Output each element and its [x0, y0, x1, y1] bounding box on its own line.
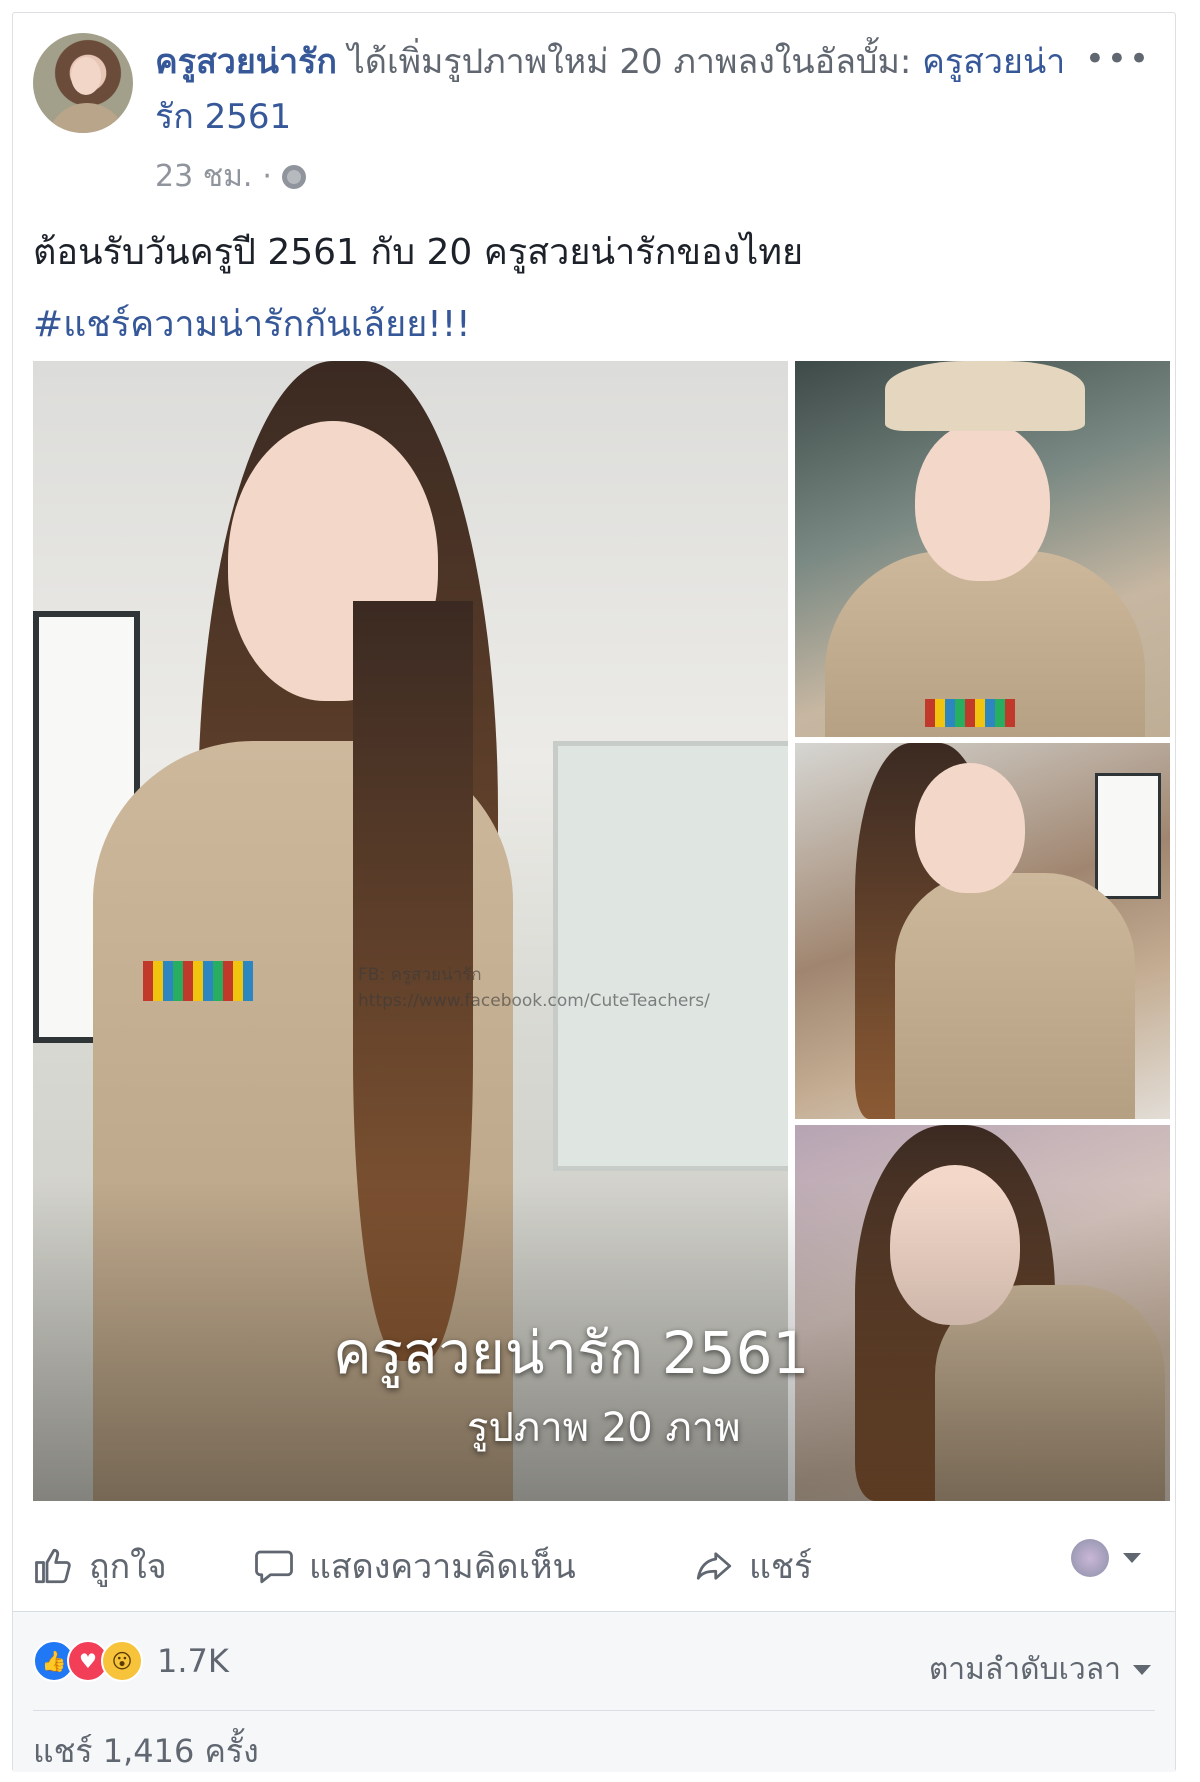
comment-label: แสดงความคิดเห็น	[309, 1547, 576, 1587]
like-icon	[35, 1548, 71, 1584]
comment-button[interactable]: แสดงความคิดเห็น	[253, 1539, 576, 1593]
post-footer: 👍 ♥ 😮 1.7K ตามลำดับเวลา แชร์ 1,416 ครั้ง	[13, 1611, 1175, 1772]
author-avatar[interactable]	[33, 33, 133, 133]
action-text: ได้เพิ่มรูปภาพใหม่ 20 ภาพลงในอัลบั้ม:	[347, 42, 912, 82]
share-icon	[696, 1552, 732, 1580]
audience-avatar	[1071, 1539, 1109, 1577]
hashtag-link[interactable]: #แชร์ความน่ารักกันเล้ยย!!!	[33, 295, 471, 352]
photo-thumb-2[interactable]	[795, 743, 1170, 1119]
post-meta: 23 ชม. ·	[155, 153, 306, 200]
comment-sort-dropdown[interactable]: ตามลำดับเวลา	[929, 1646, 1151, 1693]
share-count[interactable]: แชร์ 1,416 ครั้ง	[33, 1726, 259, 1777]
globe-icon[interactable]	[281, 164, 306, 189]
post-card: ครูสวยน่ารัก ได้เพิ่มรูปภาพใหม่ 20 ภาพลง…	[12, 12, 1176, 1772]
footer-divider	[33, 1710, 1155, 1711]
watermark-line-2: https://www.facebook.com/CuteTeachers/	[358, 991, 710, 1011]
sort-label: ตามลำดับเวลา	[928, 1652, 1121, 1687]
album-overlay-count: รูปภาพ 20 ภาพ	[467, 1405, 741, 1451]
album-overlay-title[interactable]: ครูสวยน่ารัก 2561	[333, 1306, 809, 1399]
photo-grid: FB: ครูสวยน่ารัก https://www.facebook.co…	[33, 361, 1170, 1501]
more-icon[interactable]: •••	[1085, 39, 1151, 79]
caret-down-icon	[1123, 1553, 1141, 1563]
reactions-summary[interactable]: 👍 ♥ 😮 1.7K	[33, 1640, 229, 1682]
comment-icon	[255, 1550, 293, 1584]
meta-separator: ·	[262, 159, 272, 194]
watermark-line-1: FB: ครูสวยน่ารัก	[358, 965, 482, 985]
timestamp[interactable]: 23 ชม.	[155, 153, 252, 200]
like-label: ถูกใจ	[89, 1547, 167, 1587]
photo-thumb-1[interactable]	[795, 361, 1170, 737]
share-button[interactable]: แชร์	[693, 1539, 812, 1593]
wow-reaction-icon: 😮	[101, 1640, 143, 1682]
sort-caret-icon	[1133, 1664, 1151, 1675]
share-label: แชร์	[749, 1547, 813, 1587]
like-button[interactable]: ถูกใจ	[33, 1539, 167, 1593]
reaction-count[interactable]: 1.7K	[157, 1642, 229, 1680]
author-name[interactable]: ครูสวยน่ารัก	[155, 42, 337, 82]
post-text: ต้อนรับวันครูปี 2561 กับ 20 ครูสวยน่ารัก…	[33, 232, 804, 273]
audience-selector[interactable]	[1071, 1539, 1141, 1577]
action-bar: ถูกใจ แสดงความคิดเห็น แชร์	[13, 1529, 1175, 1591]
post-header: ครูสวยน่ารัก ได้เพิ่มรูปภาพใหม่ 20 ภาพลง…	[155, 35, 1085, 145]
